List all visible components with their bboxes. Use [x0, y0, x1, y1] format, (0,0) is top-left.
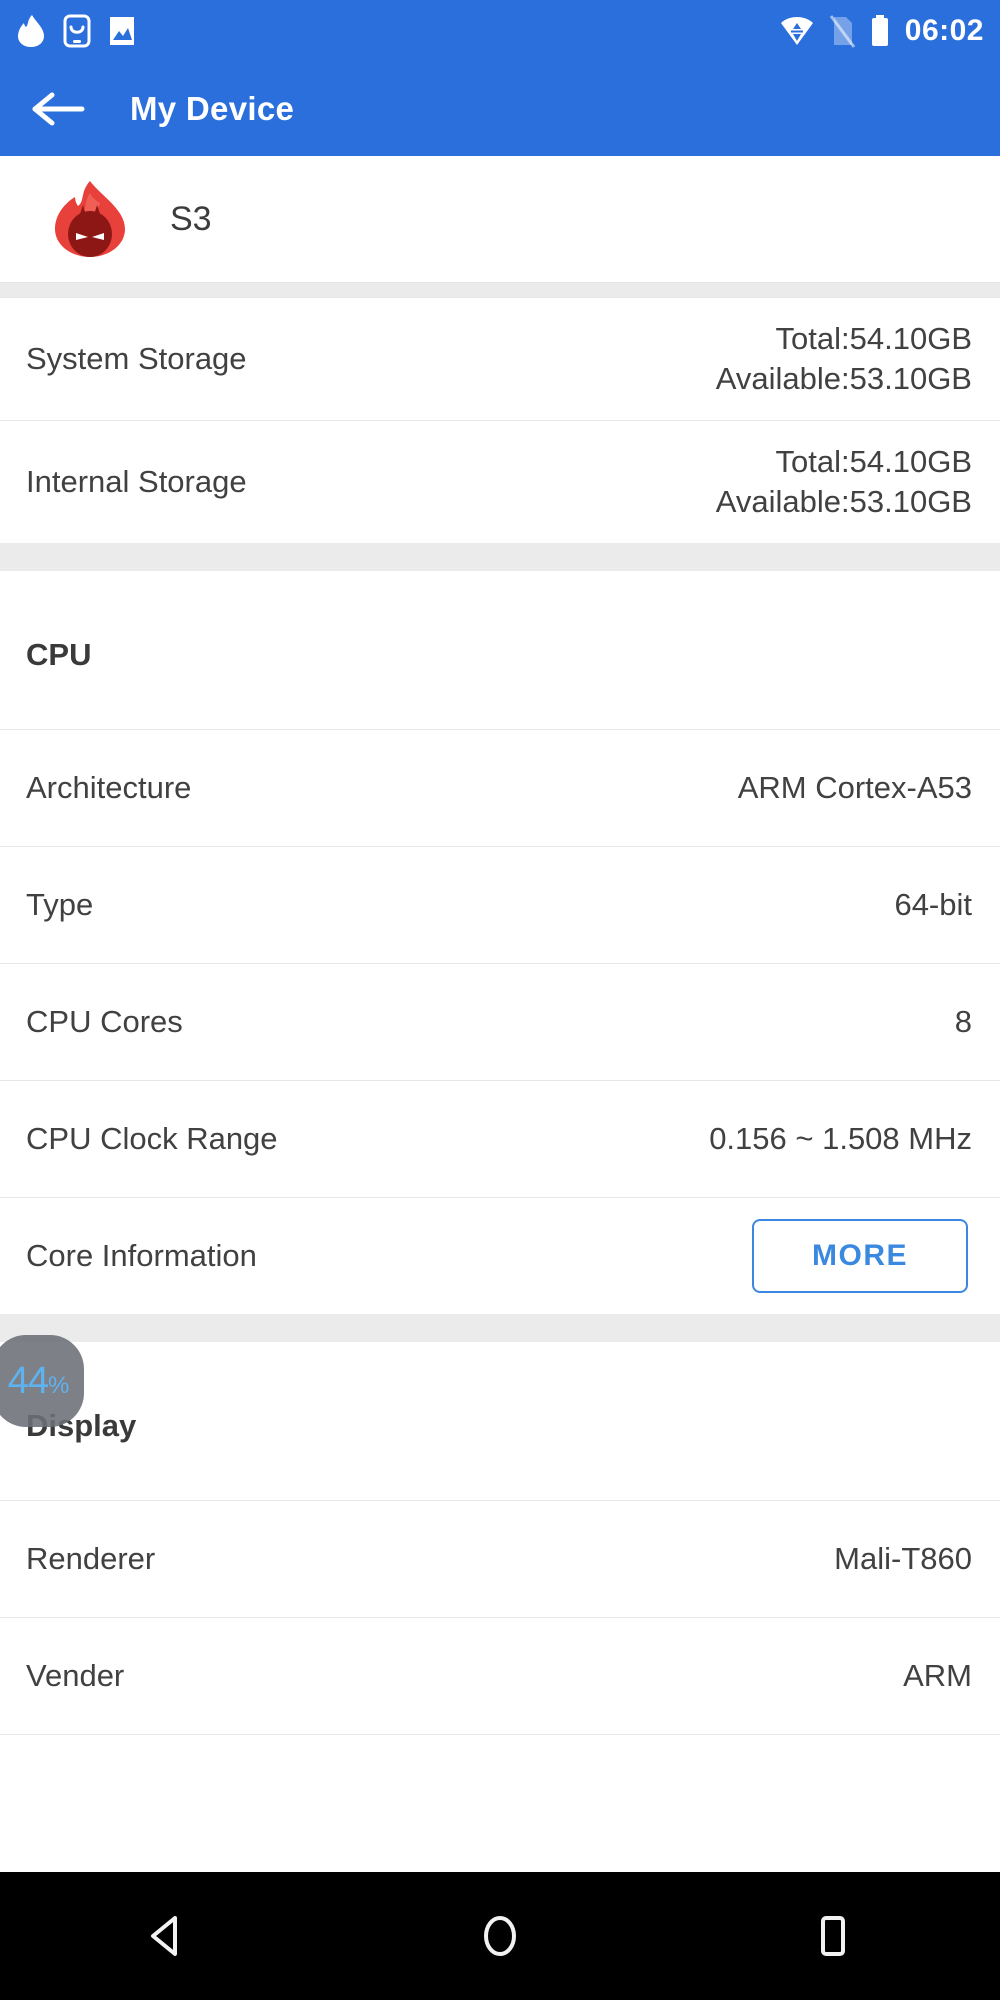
status-bar-right-icons: 06:02 — [766, 14, 984, 48]
storage-available: Available:53.10GB — [715, 484, 972, 519]
row-label: Internal Storage — [26, 464, 247, 499]
section-title-cpu: CPU — [0, 571, 1000, 729]
row-label: CPU Cores — [26, 1004, 183, 1039]
section-band — [0, 283, 1000, 297]
floating-cpu-usage-badge[interactable]: 44% — [0, 1335, 84, 1427]
row-renderer[interactable]: Renderer Mali-T860 — [0, 1501, 1000, 1617]
app-bar: My Device — [0, 62, 1000, 156]
antutu-flame-icon — [18, 15, 44, 47]
android-nav-bar — [0, 1872, 1000, 2000]
smiley-app-icon — [63, 14, 91, 48]
row-value: Mali-T860 — [834, 1541, 972, 1576]
back-arrow-icon[interactable] — [30, 89, 88, 129]
section-band — [0, 1314, 1000, 1342]
row-label: Architecture — [26, 770, 192, 805]
no-sim-icon — [829, 15, 855, 48]
row-value: Total:54.10GB Available:53.10GB — [716, 319, 972, 400]
gallery-image-icon — [110, 17, 134, 45]
row-label: Type — [26, 887, 94, 922]
nav-recents-button[interactable] — [773, 1872, 893, 2000]
device-info-screen: 06:02 My Device S3 System Storage Total:… — [0, 0, 1000, 2000]
nav-home-icon — [483, 1916, 516, 1956]
row-core-information[interactable]: Core Information MORE — [0, 1198, 1000, 1314]
row-value: 0.156 ~ 1.508 MHz — [709, 1121, 972, 1156]
row-value: ARM — [903, 1658, 972, 1693]
row-value: Total:54.10GB Available:53.10GB — [716, 442, 972, 523]
storage-total: Total:54.10GB — [775, 443, 972, 479]
section-band — [0, 543, 1000, 571]
row-vender[interactable]: Vender ARM — [0, 1618, 1000, 1734]
row-architecture[interactable]: Architecture ARM Cortex-A53 — [0, 730, 1000, 846]
row-cpu-clock-range[interactable]: CPU Clock Range 0.156 ~ 1.508 MHz — [0, 1081, 1000, 1197]
row-internal-storage[interactable]: Internal Storage Total:54.10GB Available… — [0, 421, 1000, 543]
device-name: S3 — [170, 199, 212, 238]
nav-recents-icon — [821, 1916, 846, 1956]
wifi-data-icon — [780, 17, 813, 45]
row-label: Core Information — [26, 1238, 257, 1273]
battery-icon — [871, 15, 888, 46]
row-value: 8 — [954, 1004, 972, 1039]
row-value: ARM Cortex-A53 — [737, 770, 972, 805]
row-type[interactable]: Type 64-bit — [0, 847, 1000, 963]
row-system-storage[interactable]: System Storage Total:54.10GB Available:5… — [0, 298, 1000, 420]
status-bar-left-icons — [16, 14, 152, 48]
section-title-display: Display — [0, 1342, 1000, 1500]
row-label: Vender — [26, 1658, 125, 1693]
row-label: CPU Clock Range — [26, 1121, 278, 1156]
more-button[interactable]: MORE — [752, 1219, 968, 1293]
row-value: 64-bit — [894, 887, 972, 922]
status-bar-clock: 06:02 — [904, 14, 984, 47]
cpu-usage-unit: % — [47, 1371, 69, 1399]
row-label: System Storage — [26, 341, 247, 376]
storage-available: Available:53.10GB — [715, 361, 972, 396]
antutu-logo-icon — [55, 181, 125, 257]
storage-total: Total:54.10GB — [775, 320, 972, 356]
nav-back-icon — [150, 1916, 177, 1956]
row-label: Renderer — [26, 1541, 156, 1576]
divider — [0, 1734, 1000, 1735]
nav-home-button[interactable] — [440, 1872, 560, 2000]
nav-back-button[interactable] — [107, 1872, 227, 2000]
page-title: My Device — [130, 90, 295, 127]
row-cpu-cores[interactable]: CPU Cores 8 — [0, 964, 1000, 1080]
status-bar: 06:02 — [0, 0, 1000, 62]
cpu-usage-value: 44% — [7, 1359, 70, 1403]
cpu-usage-number: 44 — [7, 1359, 49, 1402]
device-header-row[interactable]: S3 — [0, 156, 1000, 282]
